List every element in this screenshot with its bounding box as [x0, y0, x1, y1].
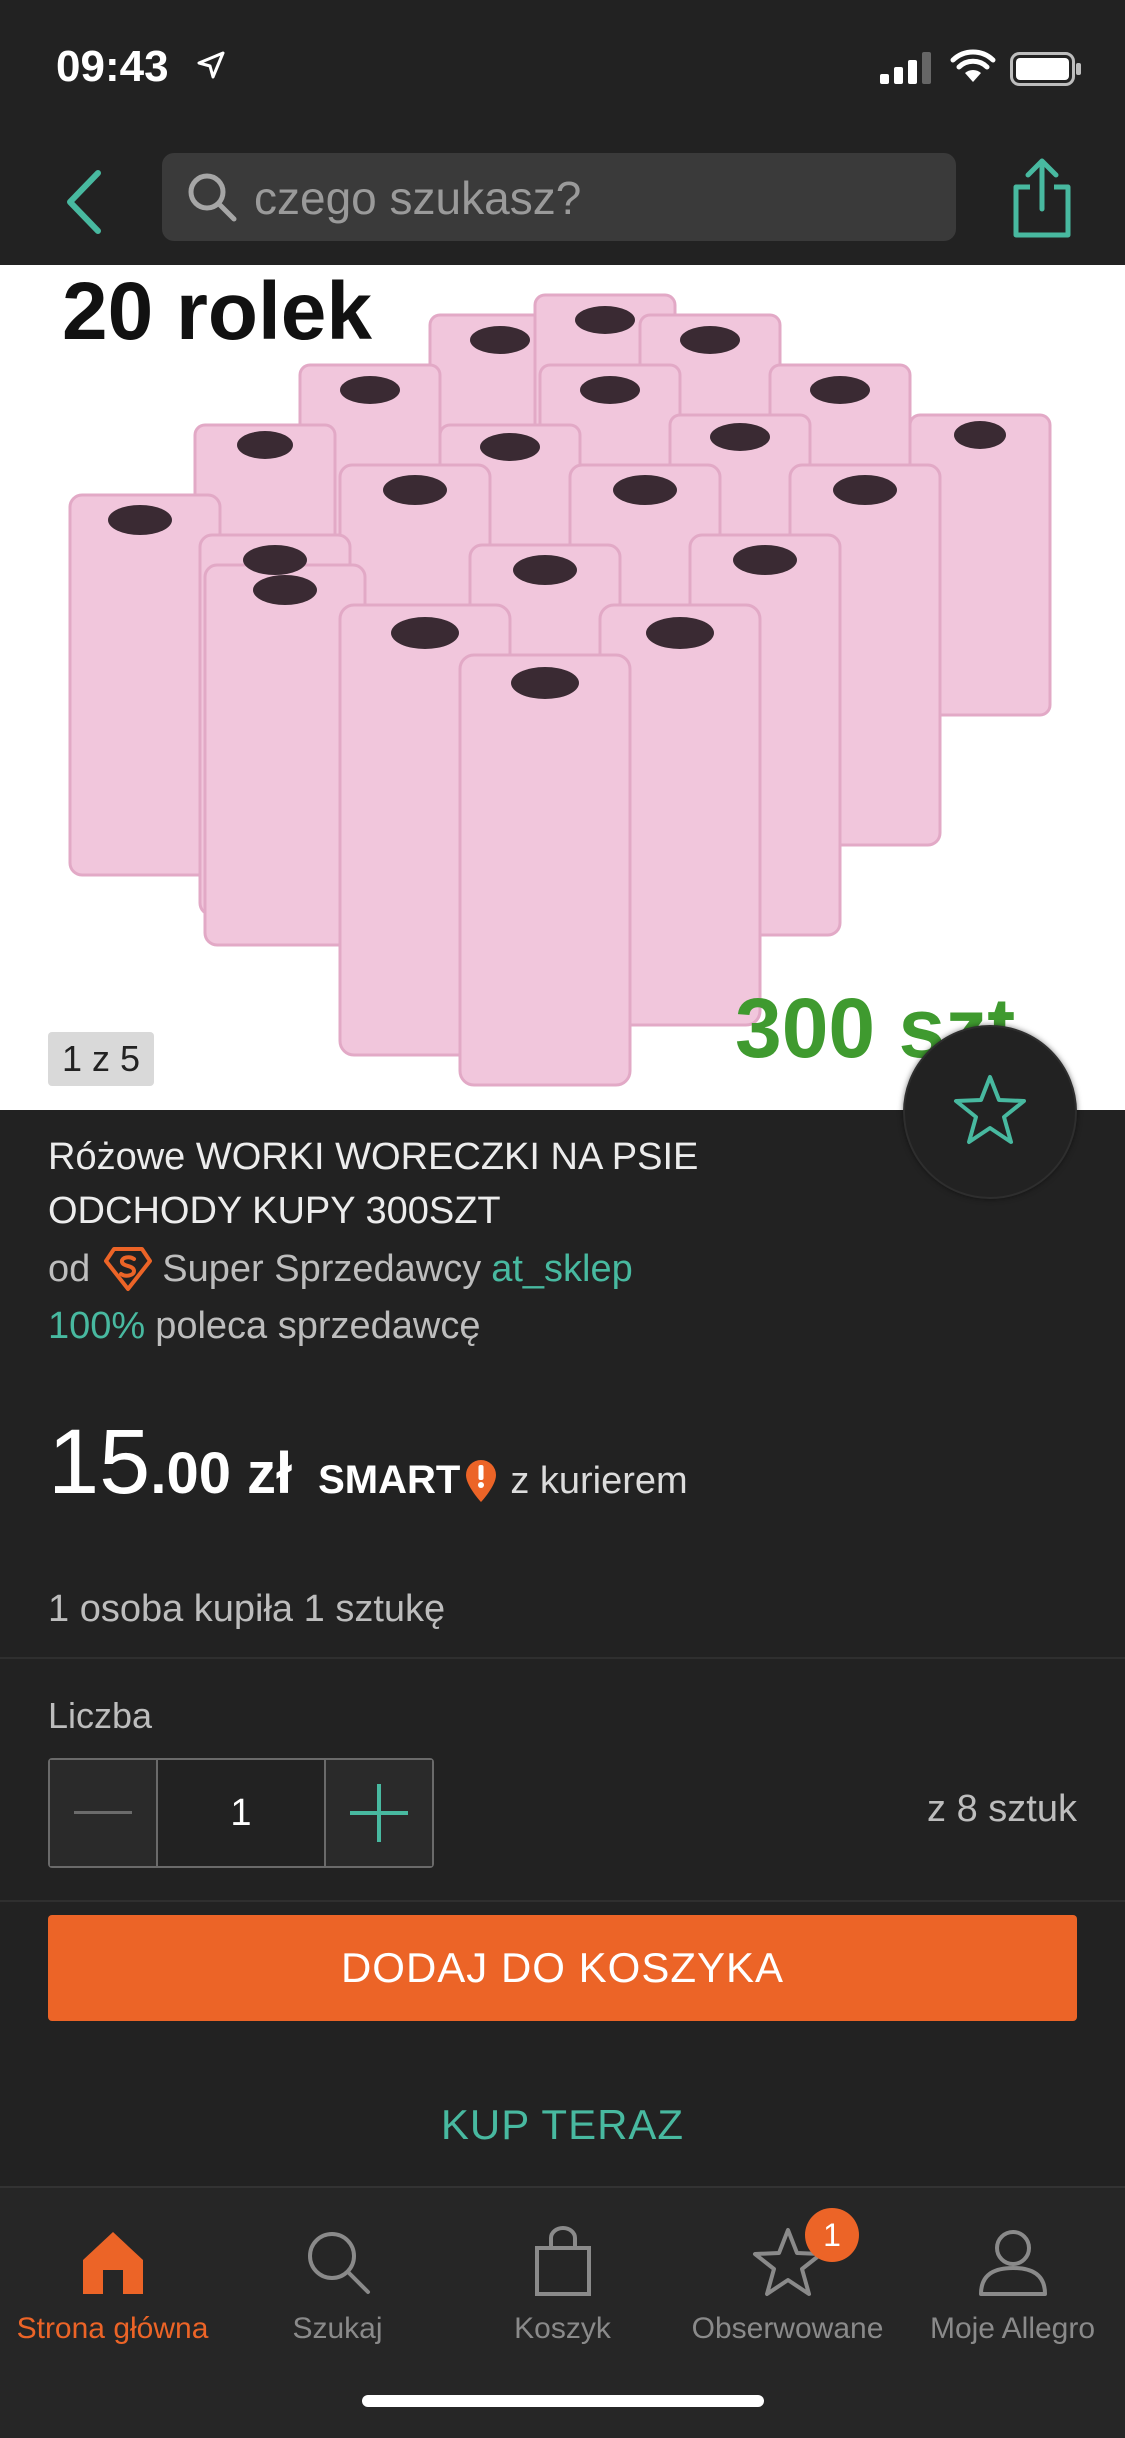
product-image[interactable]: 20 rolek 300 szt 1 z 5 [0, 265, 1125, 1110]
tab-label: Szukaj [292, 2312, 383, 2345]
tab-label: Strona główna [16, 2312, 209, 2345]
tab-home[interactable]: Strona główna [0, 2208, 225, 2346]
price-decimal: .00 [150, 1441, 231, 1506]
smart-badge: SMART [318, 1458, 498, 1504]
search-input[interactable] [252, 153, 936, 243]
recommend-percent: 100% [48, 1305, 146, 1347]
seller-prefix: od [48, 1247, 91, 1290]
tab-label: Koszyk [514, 2312, 611, 2345]
product-title: Różowe WORKI WORECZKI NA PSIE ODCHODY KU… [48, 1136, 699, 1232]
price-row: 15 .00 zł SMART z kurierem [48, 1410, 688, 1515]
search-icon [307, 2232, 370, 2294]
seller-line: od Super Sprzedawcy at_sklep [48, 1245, 633, 1293]
super-seller-badge-icon [104, 1247, 153, 1291]
buy-now-button[interactable]: KUP TERAZ [48, 2072, 1077, 2178]
watched-count-badge: 1 [805, 2208, 859, 2262]
search-box[interactable] [162, 153, 956, 243]
stock-text: z 8 sztuk [927, 1788, 1077, 1830]
tab-watched[interactable]: 1 Obserwowane [675, 2208, 900, 2346]
buyers-count: 1 osoba kupiła 1 sztukę [48, 1588, 446, 1630]
cart-icon [534, 2226, 591, 2296]
seller-type: Super Sprzedawcy [162, 1247, 482, 1290]
cellular-signal-icon [880, 52, 931, 84]
smart-label: SMART [318, 1458, 461, 1502]
status-bar: 09:43 [0, 0, 1125, 135]
tab-label: Moje Allegro [929, 2312, 1096, 2345]
decrement-button[interactable] [50, 1760, 156, 1866]
home-icon [82, 2232, 143, 2294]
favorite-button[interactable] [903, 1025, 1077, 1199]
price-currency: zł [246, 1441, 293, 1506]
add-to-cart-button[interactable]: DODAJ DO KOSZYKA [48, 1915, 1077, 2021]
delivery-text: z kurierem [510, 1460, 688, 1502]
recommend-text: poleca sprzedawcę [155, 1305, 481, 1347]
recommend-line: 100% poleca sprzedawcę [48, 1305, 481, 1348]
tab-cart[interactable]: Koszyk [450, 2208, 675, 2346]
home-indicator [362, 2395, 764, 2407]
divider [0, 1657, 1125, 1659]
image-counter: 1 z 5 [48, 1032, 155, 1086]
status-time: 09:43 [56, 42, 169, 91]
quantity-stepper: 1 [48, 1758, 434, 1868]
price-integer: 15 [48, 1411, 151, 1513]
search-icon [188, 173, 237, 222]
user-icon [978, 2230, 1047, 2296]
quantity-label: Liczba [48, 1695, 153, 1736]
battery-icon [1010, 52, 1081, 86]
back-chevron-icon[interactable] [60, 167, 110, 237]
image-caption-top: 20 rolek [62, 266, 372, 357]
wifi-icon [950, 49, 996, 82]
tab-my-allegro[interactable]: Moje Allegro [900, 2208, 1125, 2346]
tab-search[interactable]: Szukaj [225, 2208, 450, 2346]
share-icon[interactable] [1010, 157, 1074, 239]
nav-bar [0, 135, 1125, 265]
tab-label: Obserwowane [691, 2312, 884, 2345]
divider [0, 1900, 1125, 1902]
star-icon [954, 1075, 1026, 1144]
quantity-value[interactable]: 1 [156, 1760, 326, 1866]
seller-name-link[interactable]: at_sklep [491, 1248, 633, 1291]
increment-button[interactable] [326, 1760, 432, 1866]
location-arrow-icon [197, 51, 225, 79]
smart-exclamation-icon [466, 1459, 497, 1502]
